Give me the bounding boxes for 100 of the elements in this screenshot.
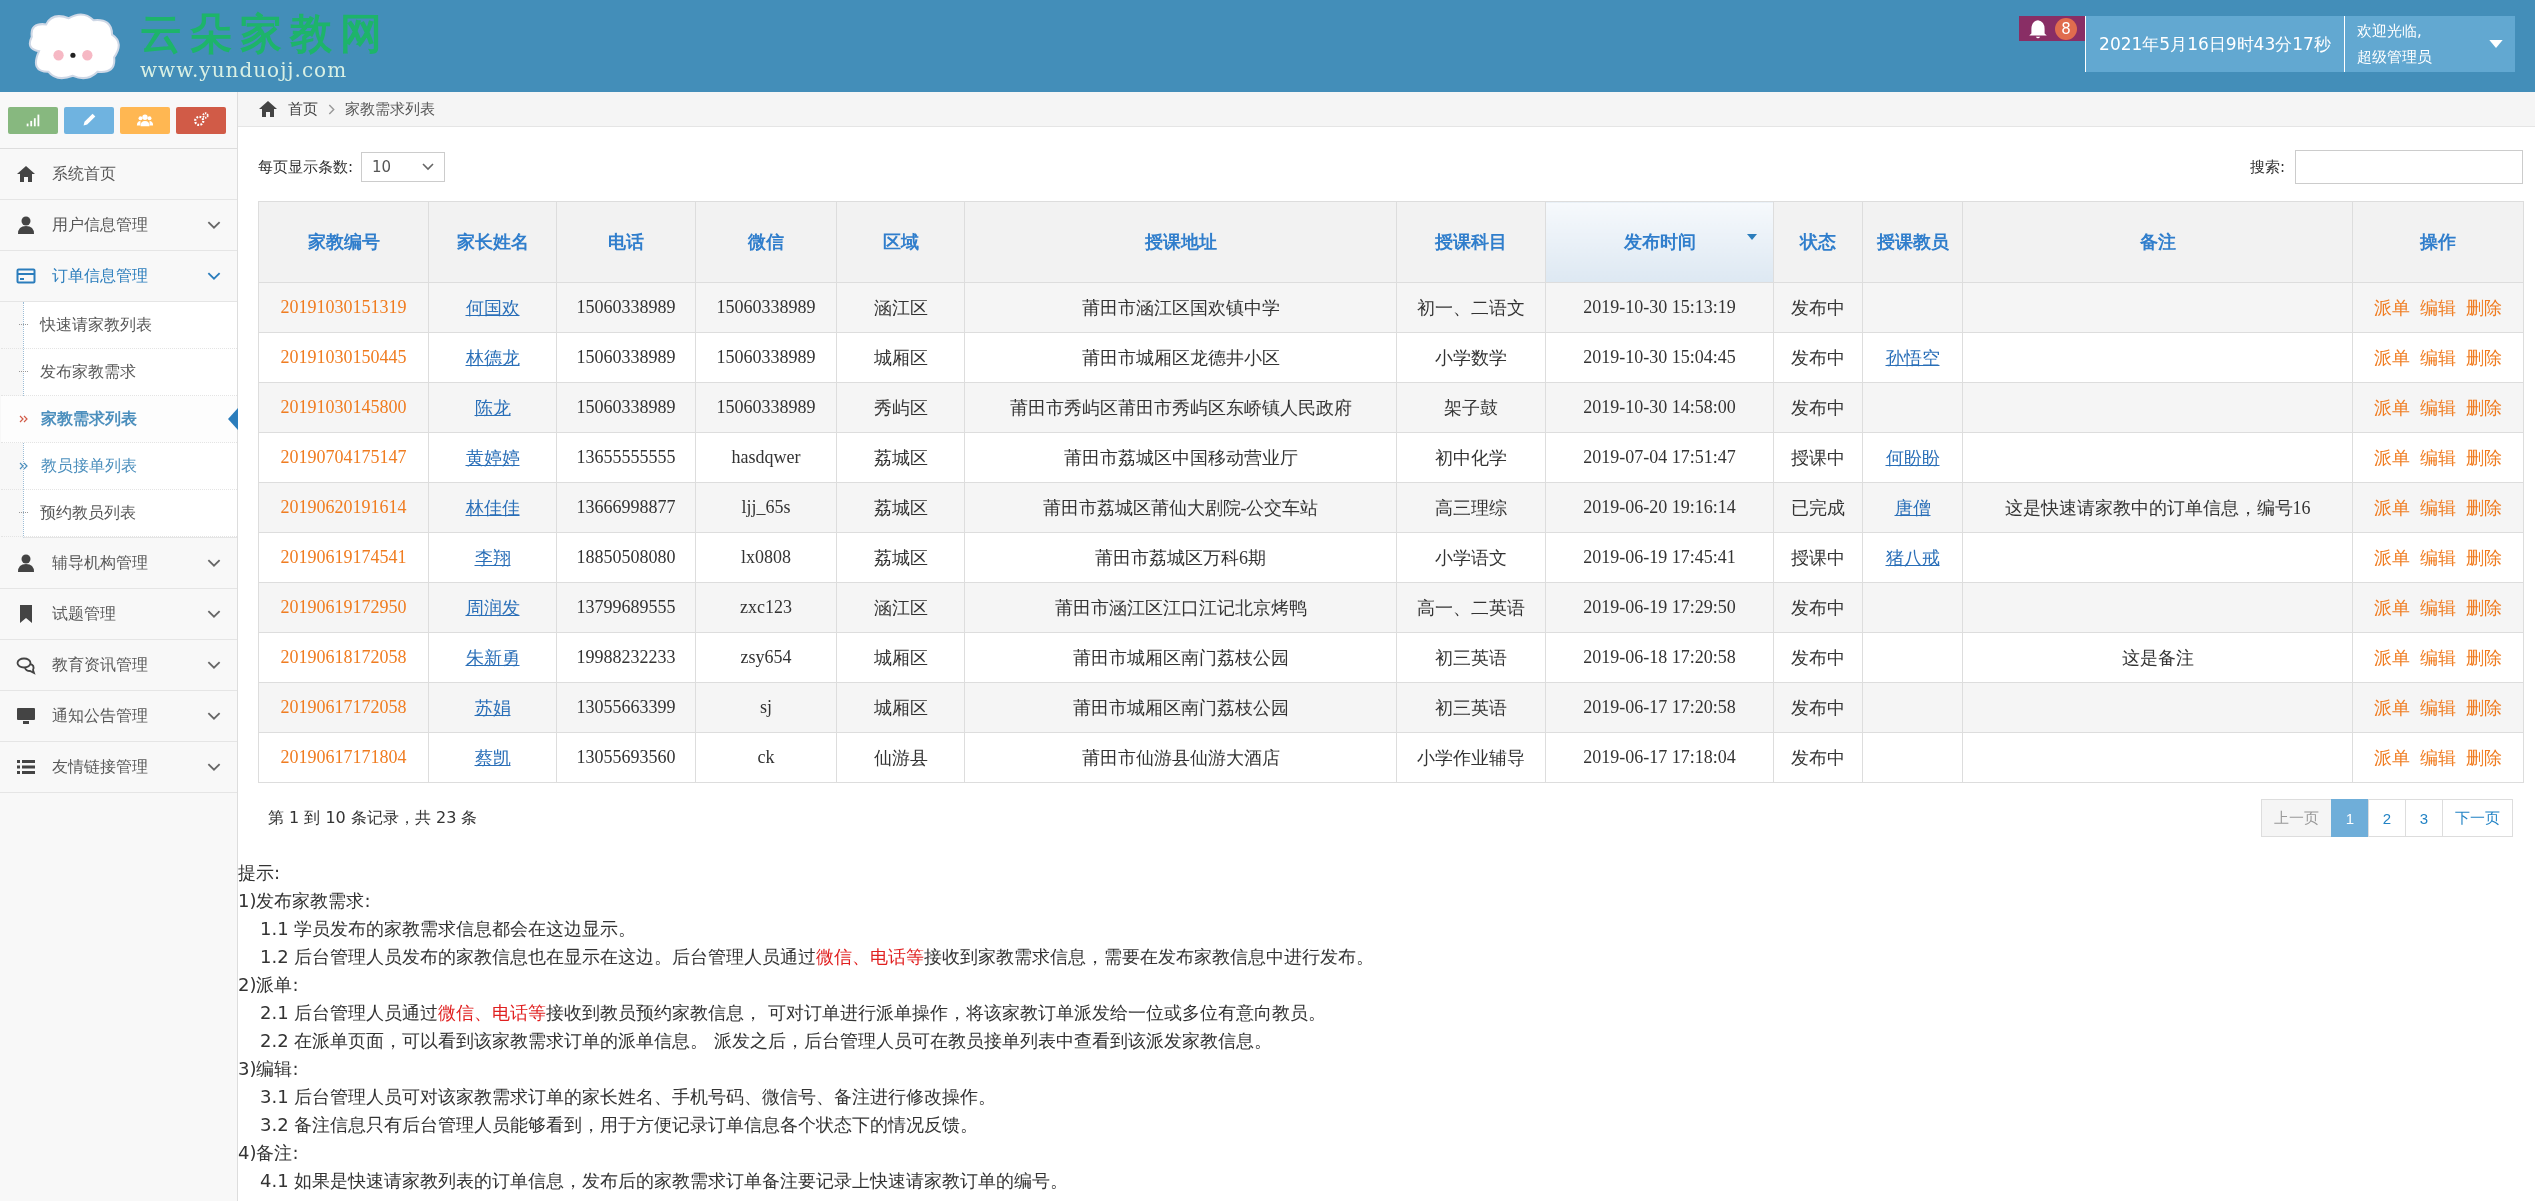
submenu-item[interactable]: 预约教员列表: [1, 490, 237, 537]
column-header[interactable]: 授课科目: [1396, 201, 1546, 283]
action-link[interactable]: 删除: [2466, 747, 2502, 768]
address-cell: 莆田市涵江区国欢镇中学: [1081, 297, 1280, 318]
action-link[interactable]: 派单: [2374, 347, 2410, 368]
action-link[interactable]: 删除: [2466, 547, 2502, 568]
notification-button[interactable]: 8: [2019, 16, 2085, 41]
action-link[interactable]: 派单: [2374, 297, 2410, 318]
phone-cell: 15060338989: [576, 397, 676, 417]
order-number-cell: 20190618172058: [280, 647, 407, 667]
action-link[interactable]: 编辑: [2420, 747, 2456, 768]
area-cell: 荔城区: [873, 447, 928, 468]
column-header[interactable]: 家长姓名: [428, 201, 557, 283]
area-cell: 城厢区: [873, 347, 928, 368]
search-field[interactable]: [2295, 150, 2523, 184]
column-header[interactable]: 操作: [2352, 201, 2524, 283]
action-link[interactable]: 派单: [2374, 697, 2410, 718]
breadcrumb-link[interactable]: 首页: [288, 99, 318, 119]
parent-name-link[interactable]: 林佳佳: [465, 497, 520, 518]
time-cell: 2019-06-17 17:20:58: [1583, 697, 1736, 717]
parent-name-link[interactable]: 李翔: [474, 547, 511, 568]
user-menu[interactable]: 欢迎光临, 超级管理员: [2345, 16, 2515, 72]
parent-name-link[interactable]: 林德龙: [465, 347, 520, 368]
caret-icon: [2489, 40, 2503, 48]
pagination-button[interactable]: 1: [2331, 799, 2369, 837]
tip-text: 3.2 备注信息只有后台管理人员能够看到，用于方便记录订单信息各个状态下的情况反馈。: [259, 1113, 980, 1137]
action-link[interactable]: 派单: [2374, 747, 2410, 768]
teacher-link[interactable]: 唐僧: [1894, 497, 1931, 518]
chevron-icon: [207, 660, 221, 670]
submenu-item[interactable]: 快速请家教列表: [1, 302, 237, 349]
subject-cell: 小学语文: [1435, 547, 1507, 568]
action-link[interactable]: 派单: [2374, 447, 2410, 468]
area-cell: 城厢区: [873, 697, 928, 718]
column-header[interactable]: 电话: [556, 201, 696, 283]
parent-name-link[interactable]: 朱新勇: [465, 647, 520, 668]
time-cell: 2019-10-30 15:13:19: [1583, 297, 1736, 317]
column-header[interactable]: 微信: [695, 201, 837, 283]
shortcut-button[interactable]: [120, 106, 170, 134]
pagination-button[interactable]: 2: [2368, 799, 2406, 837]
action-link[interactable]: 编辑: [2420, 597, 2456, 618]
column-header[interactable]: 发布时间: [1545, 201, 1774, 283]
action-link[interactable]: 编辑: [2420, 697, 2456, 718]
address-cell: 莆田市秀屿区莆田市秀屿区东峤镇人民政府: [1009, 397, 1352, 418]
column-header[interactable]: 授课教员: [1862, 201, 1963, 283]
action-link[interactable]: 编辑: [2420, 647, 2456, 668]
action-link[interactable]: 派单: [2374, 397, 2410, 418]
chevron-icon: [207, 609, 221, 619]
action-link[interactable]: 派单: [2374, 647, 2410, 668]
action-link[interactable]: 派单: [2374, 597, 2410, 618]
tip-text: 3)编辑:: [238, 1057, 300, 1081]
shortcut-button[interactable]: [64, 106, 114, 134]
action-link[interactable]: 派单: [2374, 497, 2410, 518]
parent-name-link[interactable]: 黄婷婷: [465, 447, 520, 468]
action-link[interactable]: 编辑: [2420, 397, 2456, 418]
tip-text: 1.1 学员发布的家教需求信息都会在这边显示。: [259, 917, 638, 941]
action-link[interactable]: 编辑: [2420, 547, 2456, 568]
action-link[interactable]: 编辑: [2420, 447, 2456, 468]
address-cell: 莆田市荔城区中国移动营业厅: [1063, 447, 1298, 468]
action-link[interactable]: 删除: [2466, 347, 2502, 368]
action-link[interactable]: 删除: [2466, 397, 2502, 418]
column-header[interactable]: 区域: [836, 201, 965, 283]
action-link[interactable]: 删除: [2466, 447, 2502, 468]
pagination-button[interactable]: 下一页: [2442, 799, 2513, 837]
submenu-item[interactable]: 教员接单列表: [1, 443, 237, 490]
status-cell: 发布中: [1791, 397, 1845, 418]
action-link[interactable]: 删除: [2466, 697, 2502, 718]
record-count-text: 第 1 到 10 条记录，共 23 条: [268, 807, 478, 829]
action-link[interactable]: 编辑: [2420, 347, 2456, 368]
pagination-button[interactable]: 3: [2405, 799, 2443, 837]
shortcut-button[interactable]: [8, 106, 58, 134]
column-header[interactable]: 状态: [1773, 201, 1863, 283]
parent-name-link[interactable]: 苏娟: [474, 697, 511, 718]
action-link[interactable]: 删除: [2466, 297, 2502, 318]
wechat-cell: 15060338989: [716, 297, 816, 317]
wechat-cell: hasdqwer: [731, 447, 801, 467]
parent-name-link[interactable]: 何国欢: [465, 297, 520, 318]
subject-cell: 架子鼓: [1444, 397, 1498, 418]
phone-cell: 13055693560: [576, 747, 676, 767]
shortcut-button[interactable]: [176, 106, 226, 134]
list-icon: [16, 757, 36, 777]
breadcrumb-current: 家教需求列表: [345, 99, 435, 119]
time-cell: 2019-06-19 17:29:50: [1583, 597, 1736, 617]
action-link[interactable]: 编辑: [2420, 297, 2456, 318]
column-header[interactable]: 家教编号: [258, 201, 429, 283]
area-cell: 荔城区: [873, 547, 928, 568]
page-size-select[interactable]: 10: [361, 152, 446, 182]
column-header[interactable]: 备注: [1962, 201, 2353, 283]
action-link[interactable]: 编辑: [2420, 497, 2456, 518]
status-cell: 发布中: [1791, 347, 1845, 368]
action-link[interactable]: 派单: [2374, 547, 2410, 568]
action-link[interactable]: 删除: [2466, 647, 2502, 668]
parent-name-link[interactable]: 蔡凯: [474, 747, 511, 768]
action-link[interactable]: 删除: [2466, 597, 2502, 618]
submenu-item[interactable]: 家教需求列表: [1, 396, 237, 443]
parent-name-link[interactable]: 周润发: [465, 597, 520, 618]
area-cell: 涵江区: [873, 297, 928, 318]
column-header[interactable]: 授课地址: [964, 201, 1397, 283]
parent-name-link[interactable]: 陈龙: [474, 397, 511, 418]
status-cell: 发布中: [1791, 647, 1845, 668]
action-link[interactable]: 删除: [2466, 497, 2502, 518]
